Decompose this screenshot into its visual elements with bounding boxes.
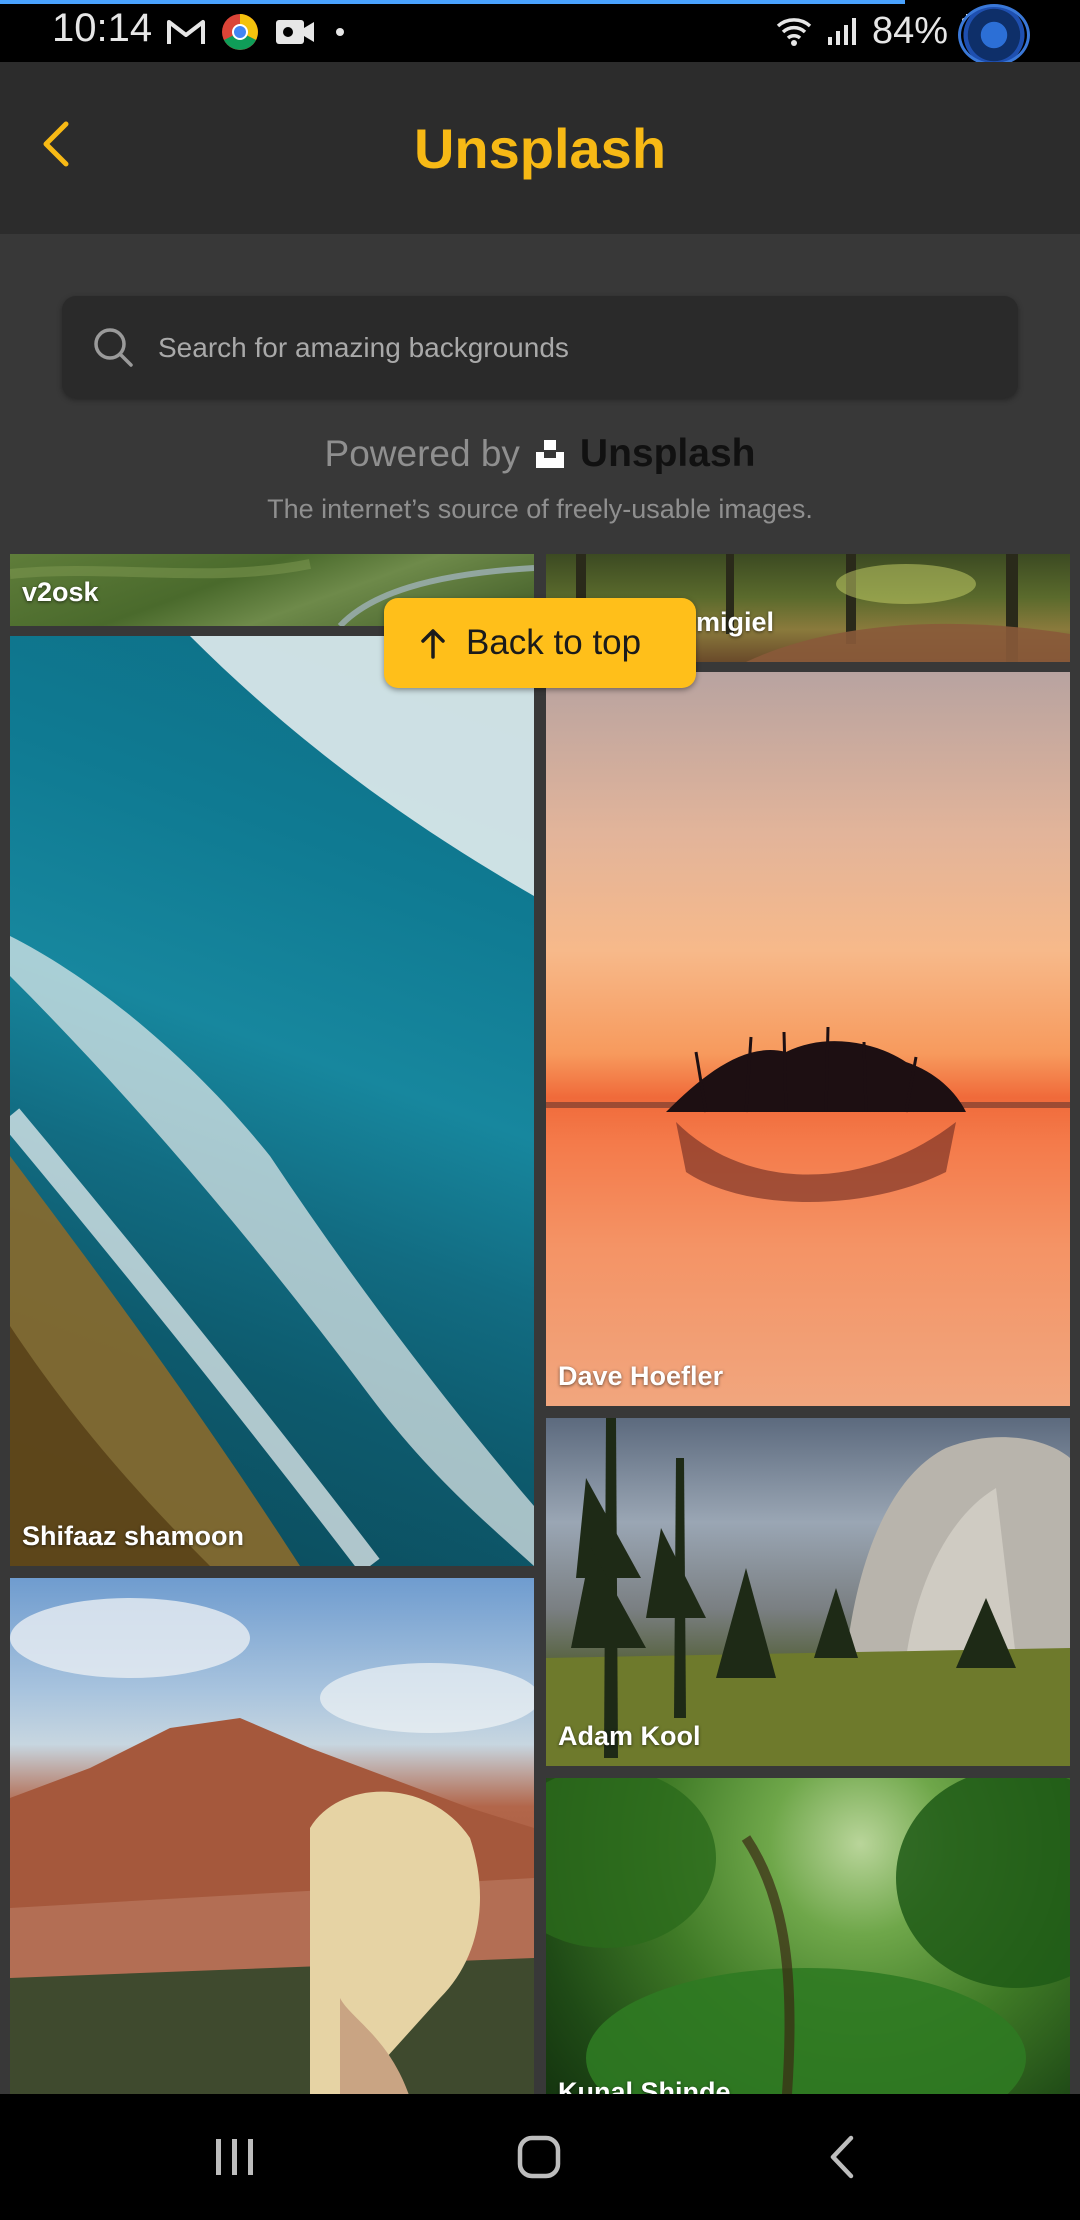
photo-grid: v2osk Shifaaz shamoon migiel Dave Hoefle… [0, 554, 1080, 2094]
photo-author: Adam Kool [558, 1721, 701, 1751]
back-to-top-button[interactable]: Back to top [384, 598, 696, 688]
system-nav-bar [0, 2094, 1080, 2220]
photo-author: v2osk [22, 577, 99, 607]
status-bar: 10:14 84% [0, 0, 1080, 66]
tagline: The internet’s source of freely-usable i… [267, 494, 813, 524]
unsplash-brand[interactable]: Unsplash [580, 432, 756, 476]
recents-button[interactable] [202, 2124, 268, 2190]
gmail-icon [167, 20, 205, 44]
dot-icon [336, 28, 344, 36]
photo-image [546, 1418, 1070, 1766]
arrow-up-icon [421, 629, 445, 659]
home-button[interactable] [506, 2124, 572, 2190]
powered-by: Powered by Unsplash [0, 432, 1080, 476]
photo-image [10, 1598, 534, 2094]
screen: 10:14 84% Unsplash Search for amazing ba… [0, 0, 1080, 2220]
recents-icon [216, 2139, 253, 2175]
back-to-top-label: Back to top [466, 623, 642, 662]
signal-icon [827, 18, 856, 45]
photo-card-dave[interactable]: Dave Hoefler [546, 672, 1070, 1406]
photo-image [546, 1778, 1070, 2094]
video-icon [276, 20, 314, 44]
nav-back-button[interactable] [810, 2124, 876, 2190]
battery-percent: 84% [871, 9, 948, 52]
photo-author: Kunal Shinde [558, 2077, 731, 2094]
assistant-bubble-icon[interactable] [958, 4, 1030, 66]
photo-image [546, 1026, 1070, 1202]
search-input[interactable] [156, 296, 990, 400]
page-title: Unsplash [413, 117, 667, 180]
photo-card-kunal[interactable]: Kunal Shinde [546, 1778, 1070, 2094]
powered-by-text: Powered by [324, 433, 520, 474]
photo-author: Dave Hoefler [558, 1361, 724, 1391]
photo-card-adam[interactable]: Adam Kool [546, 1418, 1070, 1766]
back-icon [830, 2135, 854, 2179]
photo-image [10, 636, 534, 1566]
photo-author: migiel [696, 607, 775, 637]
photo-card-shifaaz[interactable]: Shifaaz shamoon [10, 636, 534, 1566]
search-icon [94, 328, 133, 367]
status-time: 10:14 [52, 6, 153, 50]
photo-author: Shifaaz shamoon [22, 1521, 245, 1551]
unsplash-logo-icon [535, 440, 564, 468]
system-status: 84% [774, 6, 980, 56]
notification-icons [166, 12, 350, 52]
wifi-icon [776, 18, 812, 46]
search-box[interactable] [62, 296, 1018, 400]
status-progress-line [0, 0, 905, 4]
photo-card-woman-canyon[interactable] [10, 1578, 534, 2094]
home-icon [517, 2135, 561, 2179]
app-header: Unsplash [0, 62, 1080, 234]
chrome-icon [222, 14, 258, 50]
